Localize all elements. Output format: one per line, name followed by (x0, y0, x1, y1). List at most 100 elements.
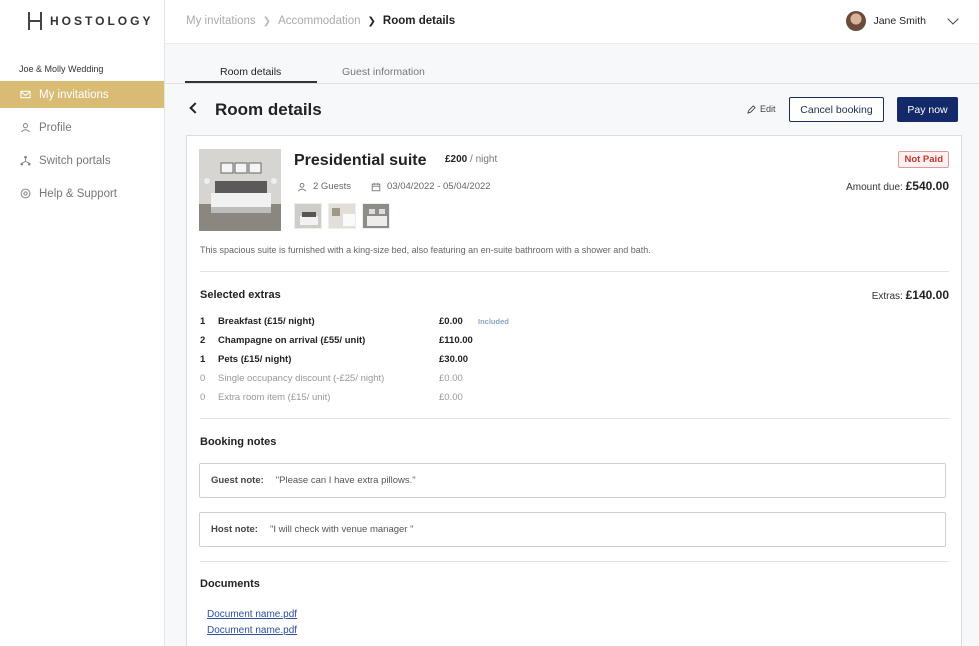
pay-now-button[interactable]: Pay now (897, 97, 958, 122)
extra-qty: 0 (200, 373, 206, 384)
room-thumbnail[interactable] (294, 203, 322, 229)
documents-title: Documents (200, 578, 260, 590)
edit-label: Edit (760, 104, 776, 114)
payment-status-badge: Not Paid (898, 151, 949, 168)
calendar-icon (371, 182, 381, 191)
extra-amount: £0.00 (439, 392, 463, 403)
sidebar-item-label: Help & Support (39, 187, 117, 200)
user-icon (21, 123, 30, 133)
extra-amount: £30.00 (439, 354, 469, 365)
extra-qty: 0 (200, 392, 206, 403)
help-icon (20, 188, 31, 199)
amount-due: Amount due: £540.00 (846, 179, 949, 193)
divider (200, 271, 949, 272)
active-tab-indicator (185, 81, 317, 83)
room-description: This spacious suite is furnished with a … (200, 245, 651, 255)
document-link[interactable]: Document name.pdf (207, 609, 297, 620)
sidebar-item-switch-portals[interactable]: Switch portals (0, 147, 164, 174)
chevron-right-icon: ❯ (262, 15, 272, 27)
room-meta: 2 Guests 03/04/2022 - 05/04/2022 (297, 181, 491, 192)
breadcrumb-my-invitations[interactable]: My invitations (186, 15, 256, 27)
sidebar: HOSTOLOGY Joe & Molly Wedding My invitat… (0, 0, 165, 646)
extras-total: Extras: £140.00 (872, 288, 949, 302)
user-icon (297, 182, 307, 191)
divider (200, 561, 949, 562)
extra-name: Single occupancy discount (-£25/ night) (218, 373, 385, 384)
extra-amount: £0.00 (439, 316, 463, 327)
extra-item-row: 1 Breakfast (£15/ night) £0.00 Included (200, 316, 700, 335)
tab-guest-information[interactable]: Guest information (342, 66, 425, 78)
room-image[interactable] (199, 149, 281, 231)
breadcrumb-current: Room details (382, 15, 456, 27)
guest-note-label: Guest note: (211, 475, 264, 486)
sidebar-item-profile[interactable]: Profile (0, 114, 164, 141)
stay-dates: 03/04/2022 - 05/04/2022 (371, 181, 491, 192)
document-link[interactable]: Document name.pdf (207, 625, 297, 636)
tab-room-details[interactable]: Room details (220, 66, 281, 78)
divider (200, 418, 949, 419)
breadcrumb: My invitations ❯ Accommodation ❯ Room de… (186, 15, 455, 27)
extra-note: Included (478, 317, 509, 326)
extra-name: Pets (£15/ night) (218, 354, 292, 365)
chevron-down-icon[interactable] (947, 13, 959, 25)
room-price: £200 / night (445, 154, 497, 165)
pencil-icon (747, 104, 756, 114)
extra-amount: £110.00 (439, 335, 473, 346)
extra-qty: 1 (200, 354, 206, 365)
extra-qty: 1 (200, 316, 206, 327)
booking-notes-title: Booking notes (200, 436, 277, 448)
guest-note-value: "Please can I have extra pillows." (275, 475, 416, 486)
page-title: Room details (215, 100, 322, 119)
tab-bar: Room details Guest information (165, 44, 979, 84)
extras-title: Selected extras (200, 289, 281, 301)
room-thumbnail[interactable] (362, 203, 390, 229)
extra-qty: 2 (200, 335, 206, 346)
user-name: Jane Smith (873, 15, 926, 27)
sidebar-item-label: My invitations (39, 88, 109, 101)
guests-count: 2 Guests (297, 181, 351, 192)
sidebar-item-label: Switch portals (39, 154, 111, 167)
sidebar-item-help-support[interactable]: Help & Support (0, 180, 164, 207)
bedroom-photo (199, 149, 281, 231)
thumbnail-photo (295, 204, 321, 228)
back-arrow-icon[interactable] (189, 102, 201, 114)
extra-item-row: 0 Extra room item (£15/ unit) £0.00 (200, 392, 700, 411)
extra-name: Breakfast (£15/ night) (218, 316, 315, 327)
guests-label: 2 Guests (313, 181, 352, 192)
sidebar-item-label: Profile (39, 121, 72, 134)
top-bar: My invitations ❯ Accommodation ❯ Room de… (165, 0, 979, 44)
extras-list: 1 Breakfast (£15/ night) £0.00 Included … (200, 316, 700, 411)
mail-icon (20, 90, 31, 99)
amount-due-label: Amount due: (846, 182, 903, 193)
sidebar-nav: My invitations Profile Switch portals He… (0, 81, 164, 213)
edit-button[interactable]: Edit (747, 104, 776, 114)
chevron-right-icon: ❯ (367, 15, 376, 27)
sidebar-item-my-invitations[interactable]: My invitations (0, 81, 164, 108)
room-thumbnail[interactable] (328, 203, 356, 229)
event-name: Joe & Molly Wedding (19, 64, 104, 74)
extra-item-row: 0 Single occupancy discount (-£25/ night… (200, 373, 700, 392)
extra-name: Extra room item (£15/ unit) (218, 392, 331, 403)
thumbnail-photo (329, 204, 355, 228)
extra-amount: £0.00 (439, 373, 463, 384)
extra-item-row: 2 Champagne on arrival (£55/ unit) £110.… (200, 335, 700, 354)
logo-icon (28, 12, 42, 30)
guest-note-box[interactable]: Guest note: "Please can I have extra pil… (199, 463, 946, 498)
dates-label: 03/04/2022 - 05/04/2022 (387, 181, 491, 192)
host-note-label: Host note: (211, 524, 258, 535)
breadcrumb-accommodation[interactable]: Accommodation (278, 15, 360, 27)
brand-logo[interactable]: HOSTOLOGY (28, 12, 153, 30)
price-unit: / night (470, 154, 498, 165)
extra-name: Champagne on arrival (£55/ unit) (218, 335, 366, 346)
price-value: £200 (445, 154, 468, 165)
portal-icon (20, 155, 31, 166)
main-content: Room details Edit Cancel booking Pay now… (165, 84, 979, 646)
room-details-card: Presidential suite £200 / night 2 Guests… (186, 135, 962, 646)
thumbnail-photo (363, 204, 389, 228)
host-note-value: "I will check with venue manager " (269, 524, 414, 535)
cancel-booking-button[interactable]: Cancel booking (789, 97, 884, 122)
host-note-box[interactable]: Host note: "I will check with venue mana… (199, 512, 946, 547)
brand-name: HOSTOLOGY (50, 14, 154, 28)
amount-due-value: £540.00 (905, 179, 949, 193)
user-menu[interactable]: Jane Smith (846, 11, 959, 31)
